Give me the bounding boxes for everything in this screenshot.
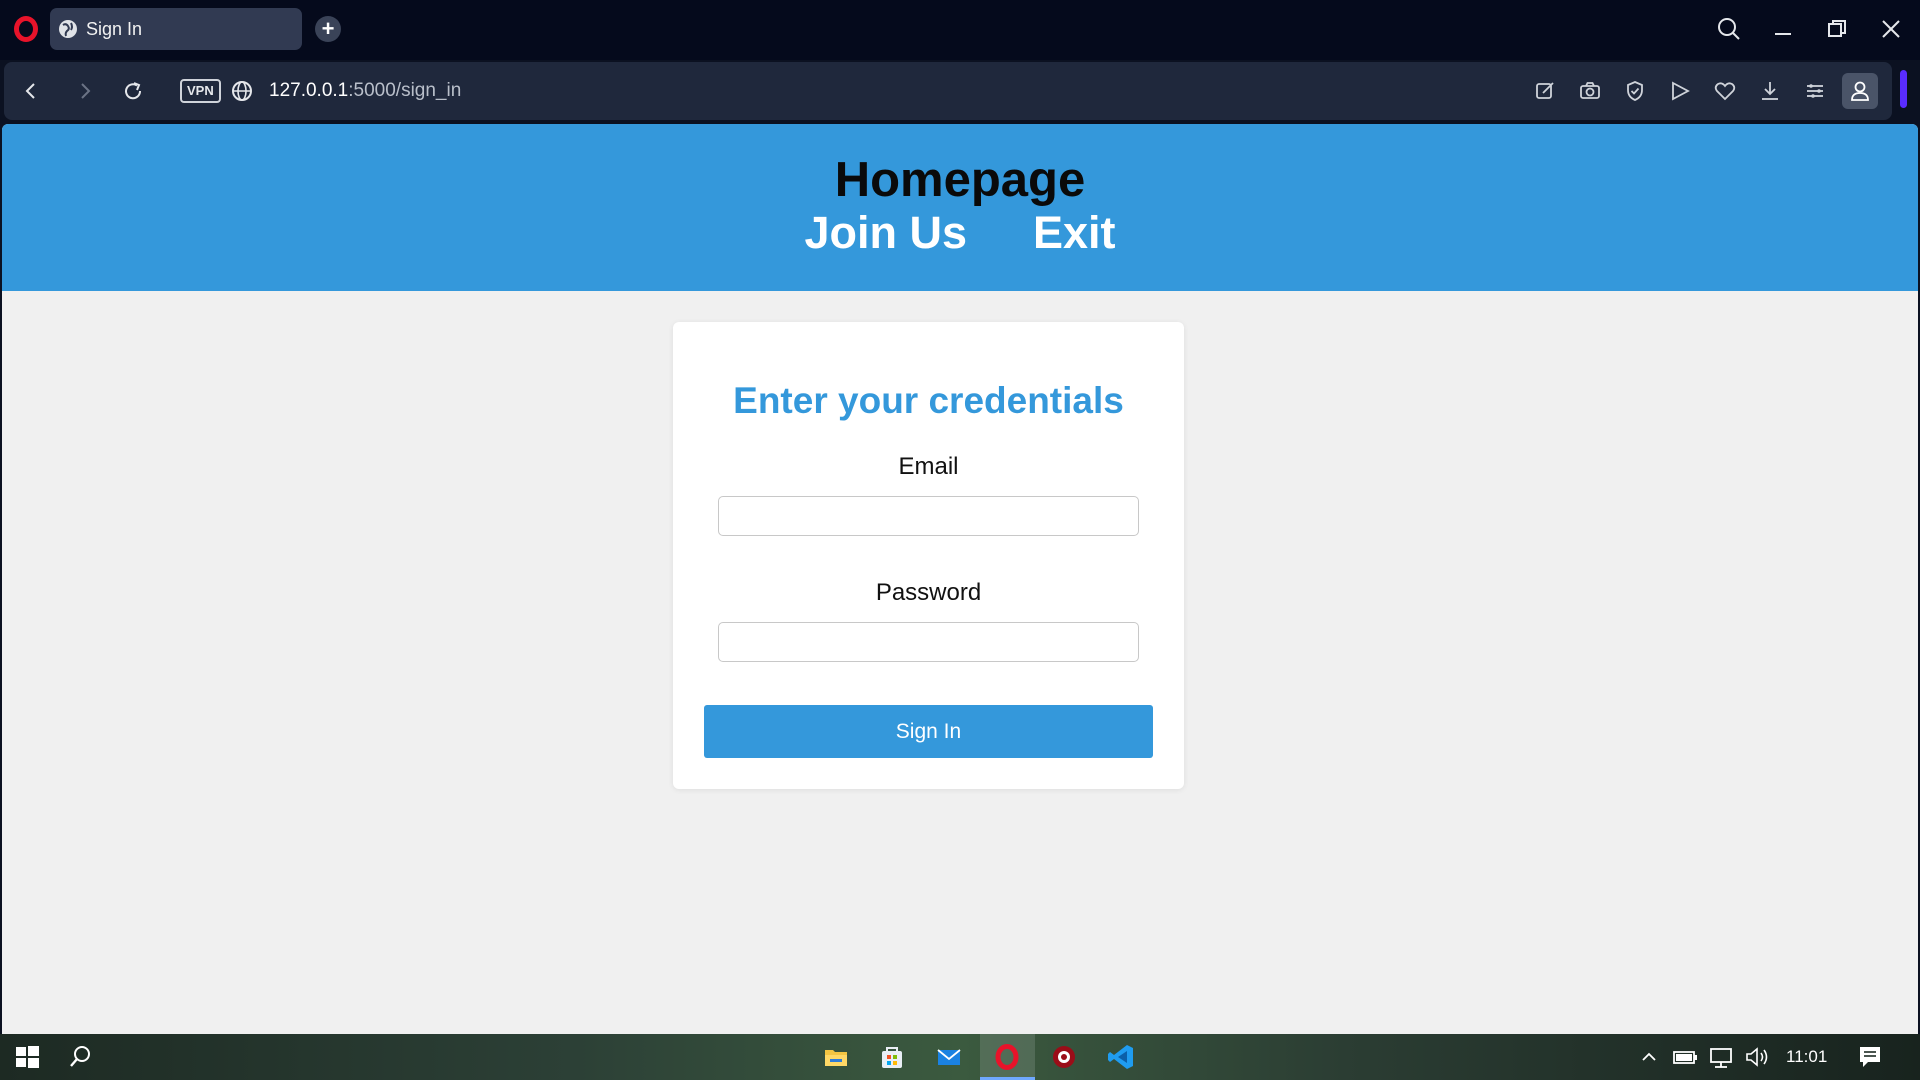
url-host: 127.0.0.1 xyxy=(269,80,349,101)
globe-icon xyxy=(59,20,77,38)
browser-titlebar: Sign In + xyxy=(0,0,1920,60)
site-nav: Join Us Exit xyxy=(2,207,1918,259)
shield-icon[interactable] xyxy=(1622,78,1648,104)
sign-in-button[interactable]: Sign In xyxy=(704,705,1153,758)
profile-icon xyxy=(1851,81,1869,101)
forward-icon[interactable] xyxy=(72,78,98,104)
mail-icon[interactable] xyxy=(934,1042,964,1072)
minimize-icon[interactable] xyxy=(1768,14,1798,44)
profile-button[interactable] xyxy=(1842,73,1878,109)
tab-title: Sign In xyxy=(86,19,143,39)
restore-icon[interactable] xyxy=(1822,14,1852,44)
taskbar-clock[interactable]: 11:01 xyxy=(1786,1047,1827,1067)
email-field[interactable] xyxy=(718,496,1139,536)
app-icon[interactable] xyxy=(1049,1042,1079,1072)
sidebar-toggle[interactable] xyxy=(1900,70,1907,108)
snapshot-edit-icon[interactable] xyxy=(1532,78,1558,104)
reload-icon[interactable] xyxy=(120,78,146,104)
nav-join-us-link[interactable]: Join Us xyxy=(804,207,967,258)
search-icon[interactable] xyxy=(1714,14,1744,44)
opera-logo-icon[interactable] xyxy=(14,16,38,42)
send-icon[interactable] xyxy=(1667,78,1693,104)
address-bar: VPN 127.0.0.1:5000/sign_in xyxy=(4,62,1892,120)
menu-icon[interactable] xyxy=(1802,78,1828,104)
download-icon[interactable] xyxy=(1757,78,1783,104)
browser-toolbar: VPN 127.0.0.1:5000/sign_in xyxy=(0,62,1920,120)
url-path: :5000/sign_in xyxy=(348,80,462,101)
vscode-icon[interactable] xyxy=(1106,1042,1136,1072)
close-icon[interactable] xyxy=(1876,14,1906,44)
camera-icon[interactable] xyxy=(1577,78,1603,104)
vpn-badge[interactable]: VPN xyxy=(180,79,221,103)
network-icon[interactable] xyxy=(1706,1042,1736,1072)
form-heading: Enter your credentials xyxy=(733,380,1124,421)
battery-icon[interactable] xyxy=(1670,1042,1700,1072)
url-field[interactable]: 127.0.0.1:5000/sign_in xyxy=(269,80,461,102)
new-tab-button[interactable]: + xyxy=(315,16,341,42)
windows-start-icon[interactable] xyxy=(12,1042,42,1072)
nav-exit-link[interactable]: Exit xyxy=(1033,207,1116,258)
taskbar: 11:01 xyxy=(0,1034,1920,1080)
back-icon[interactable] xyxy=(18,78,44,104)
store-icon[interactable] xyxy=(877,1042,907,1072)
search-icon[interactable] xyxy=(66,1042,96,1072)
notifications-icon[interactable] xyxy=(1855,1042,1885,1072)
email-label: Email xyxy=(898,453,959,480)
password-field[interactable] xyxy=(718,622,1139,662)
site-title[interactable]: Homepage xyxy=(2,152,1918,208)
file-explorer-icon[interactable] xyxy=(821,1042,851,1072)
globe-icon xyxy=(232,81,252,101)
tab-sign-in[interactable]: Sign In xyxy=(50,8,302,50)
site-header: Homepage Join Us Exit xyxy=(2,124,1918,291)
chevron-up-icon[interactable] xyxy=(1634,1042,1664,1072)
password-label: Password xyxy=(875,579,982,606)
page-viewport: Homepage Join Us Exit Enter your credenti… xyxy=(2,124,1918,1034)
sign-in-card: Enter your credentials Email Password Si… xyxy=(673,322,1184,789)
volume-icon[interactable] xyxy=(1742,1042,1772,1072)
heart-icon[interactable] xyxy=(1712,78,1738,104)
opera-icon[interactable] xyxy=(992,1042,1022,1072)
